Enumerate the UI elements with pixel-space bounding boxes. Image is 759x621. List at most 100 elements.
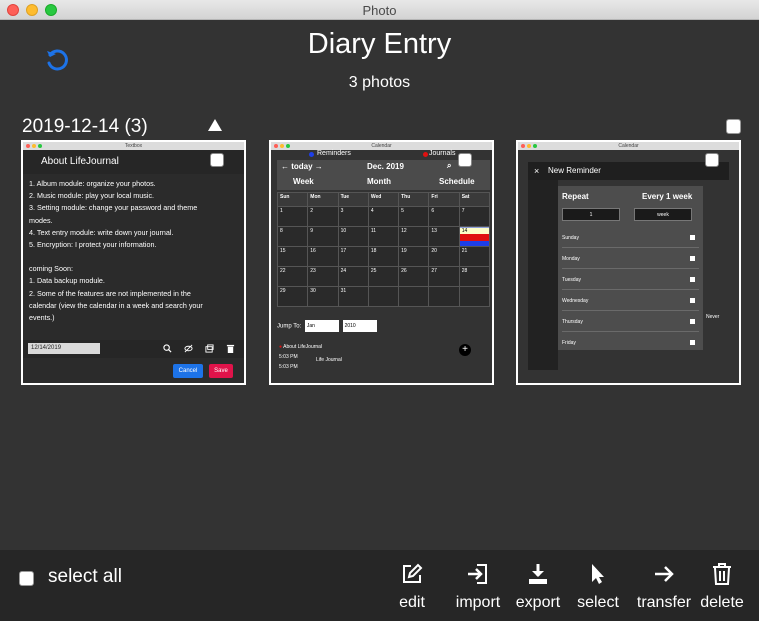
text-line: calendar (view the calendar in a week an… xyxy=(29,300,203,310)
weekday-header: Tue xyxy=(337,192,369,207)
day-cell: 30 xyxy=(307,286,339,307)
edit-button[interactable]: edit xyxy=(394,562,430,616)
day-cell: 5 xyxy=(398,206,430,227)
day-cell: 8 xyxy=(276,226,309,247)
view-week: Week xyxy=(293,177,314,186)
select-all-label[interactable]: select all xyxy=(48,566,122,588)
never-label: Never xyxy=(706,314,720,320)
text-line: 4. Text entry module: write down your jo… xyxy=(29,227,174,237)
day-cell: 3 xyxy=(337,206,369,227)
day-cell: 19 xyxy=(398,246,430,267)
mini-window-title: Textbox xyxy=(124,143,143,149)
import-button[interactable]: import xyxy=(451,562,505,616)
day-cell: 6 xyxy=(428,206,460,227)
day-cell: 4 xyxy=(367,206,400,227)
edit-icon xyxy=(403,563,423,583)
photo-select-checkbox[interactable] xyxy=(458,153,472,167)
reminder-screenshot: Calendar × New Reminder Never Repeat Eve… xyxy=(518,142,739,383)
text-line: 1. Album module: organize your photos. xyxy=(29,179,156,188)
group-select-checkbox[interactable] xyxy=(726,119,741,134)
view-month: Month xyxy=(367,177,391,186)
calendar-screenshot: Calendar Reminders Journals ← today → De… xyxy=(271,142,492,383)
textbox-footer: 12/14/2019 xyxy=(23,340,244,358)
every-label: Every 1 week xyxy=(642,192,693,201)
reminder-sidebar xyxy=(528,180,558,370)
text-line: 2. Music module: play your local music. xyxy=(29,191,155,201)
mini-window-title: Calendar xyxy=(371,143,392,149)
weekday-header: Sun xyxy=(276,192,309,207)
jump-to-label: Jump To: xyxy=(277,323,302,330)
journals-legend: Journals xyxy=(429,150,456,157)
photo-thumbnail-3[interactable]: Calendar × New Reminder Never Repeat Eve… xyxy=(516,140,741,385)
close-icon: × xyxy=(534,166,540,176)
mini-titlebar: Calendar xyxy=(271,142,492,150)
photo-select-checkbox[interactable] xyxy=(705,153,719,167)
weekday-header: Fri xyxy=(428,192,460,207)
weekday-header: Thu xyxy=(398,192,430,207)
day-cell: 29 xyxy=(276,286,309,307)
month-label: Dec. 2019 xyxy=(367,162,404,171)
day-cell: 18 xyxy=(367,246,400,267)
day-cell: 10 xyxy=(337,226,369,247)
export-label: export xyxy=(515,594,561,611)
jump-month-select: Jan xyxy=(304,320,339,332)
day-cell: 17 xyxy=(337,246,369,267)
delete-button[interactable]: delete xyxy=(697,562,747,616)
select-label: select xyxy=(577,594,619,611)
mini-titlebar: Calendar xyxy=(518,142,739,150)
day-row: Thursday xyxy=(562,312,699,332)
import-icon xyxy=(468,564,487,584)
weekday-header: Mon xyxy=(307,192,339,207)
select-all-checkbox[interactable] xyxy=(19,571,34,586)
day-row: Friday xyxy=(562,333,699,353)
photo-thumbnail-2[interactable]: Calendar Reminders Journals ← today → De… xyxy=(269,140,494,385)
day-row: Sunday xyxy=(562,228,699,248)
collapse-triangle-icon[interactable] xyxy=(207,118,223,132)
images-icon xyxy=(205,344,214,353)
view-schedule: Schedule xyxy=(439,177,475,186)
trash-icon xyxy=(713,563,731,585)
photo-select-checkbox[interactable] xyxy=(210,153,224,167)
day-cell: 23 xyxy=(307,266,339,287)
photo-thumbnail-1[interactable]: Textbox About LifeJournal 1. Album modul… xyxy=(21,140,246,385)
day-cell: 11 xyxy=(367,226,400,247)
day-cell: 28 xyxy=(458,266,491,287)
day-cell: 13 xyxy=(428,226,460,247)
day-cell: 27 xyxy=(428,266,460,287)
search-icon: ⌕ xyxy=(447,161,452,170)
weekday-header: Sat xyxy=(458,192,491,207)
save-button-preview: Save xyxy=(209,364,233,378)
cursor-icon xyxy=(592,564,604,584)
weekday-header: Wed xyxy=(367,192,400,207)
day-row: Wednesday xyxy=(562,291,699,311)
export-icon xyxy=(529,564,547,584)
page-title: Diary Entry xyxy=(307,28,452,60)
day-cell xyxy=(367,286,400,307)
jump-year-select: 2010 xyxy=(342,320,377,332)
mini-window-title: Calendar xyxy=(618,143,639,149)
arrow-right-icon xyxy=(655,566,674,582)
add-event-icon: + xyxy=(459,344,471,356)
text-line: 3. Setting module: change your password … xyxy=(29,203,198,213)
reminder-title: New Reminder xyxy=(548,166,601,175)
day-cell: 24 xyxy=(337,266,369,287)
day-cell: 21 xyxy=(458,246,491,267)
text-line: modes. xyxy=(29,215,53,225)
import-label: import xyxy=(455,594,501,611)
count-select: 1 xyxy=(562,208,620,221)
text-line: 1. Data backup module. xyxy=(29,276,105,286)
day-cell: 1 xyxy=(276,206,309,227)
day-cell: 31 xyxy=(337,286,369,307)
text-line: events.) xyxy=(29,313,55,323)
export-button[interactable]: export xyxy=(513,562,563,616)
day-cell: 9 xyxy=(307,226,339,247)
select-button[interactable]: select xyxy=(574,562,622,616)
textbox-screenshot: Textbox About LifeJournal 1. Album modul… xyxy=(23,142,244,383)
transfer-button[interactable]: transfer xyxy=(634,562,694,616)
unit-select: week xyxy=(634,208,692,221)
mini-titlebar: Textbox xyxy=(23,142,244,150)
window-title: Photo xyxy=(362,3,397,18)
day-cell xyxy=(458,286,491,307)
text-line xyxy=(29,251,238,263)
day-cell: 26 xyxy=(398,266,430,287)
